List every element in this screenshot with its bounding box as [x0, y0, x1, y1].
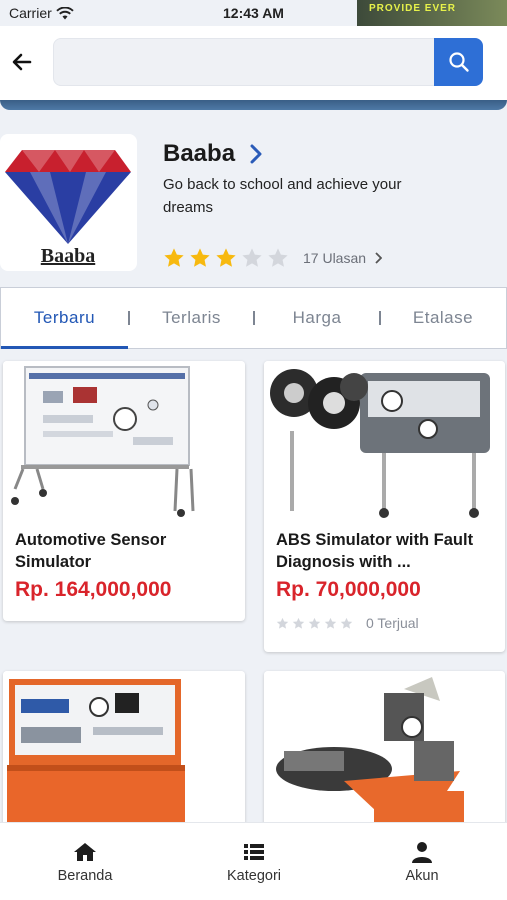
- nav-akun[interactable]: Akun: [362, 841, 482, 884]
- list-icon: [244, 844, 264, 860]
- product-card[interactable]: ABS Simulator with Fault Diagnosis with …: [264, 361, 505, 652]
- search-icon: [448, 52, 469, 72]
- star-icon: [190, 248, 210, 267]
- tab-label: Etalase: [412, 308, 474, 327]
- search-box: [53, 38, 435, 86]
- product-image: [3, 671, 245, 831]
- sold-count: 0 Terjual: [366, 615, 419, 631]
- star-icon: [216, 248, 236, 267]
- search-input[interactable]: [54, 39, 434, 85]
- nav-kategori[interactable]: Kategori: [194, 841, 314, 884]
- tab-terlaris[interactable]: Terlaris: [130, 288, 253, 348]
- reviews-label: 17 Ulasan: [303, 250, 367, 266]
- store-name-link[interactable]: Baaba: [163, 140, 263, 168]
- nav-label: Beranda: [57, 868, 113, 884]
- logo-text: Baaba: [41, 245, 95, 267]
- product-card[interactable]: [264, 671, 505, 831]
- star-icon: [308, 617, 321, 629]
- tab-harga[interactable]: Harga: [255, 288, 379, 348]
- diamond-logo-icon: Baaba: [5, 150, 131, 267]
- tab-label: Terbaru: [33, 308, 96, 327]
- rating-stars: [163, 247, 293, 269]
- star-icon: [324, 617, 337, 629]
- rating-stars: [276, 617, 356, 630]
- sort-tabs: Terbaru Terlaris Harga Etalase: [0, 287, 507, 349]
- status-bar: Carrier 12:43 AM PROVIDE EVER: [0, 0, 507, 26]
- star-icon: [268, 248, 288, 267]
- star-icon: [276, 617, 289, 629]
- product-price: Rp. 70,000,000: [276, 578, 421, 601]
- product-image: [264, 361, 505, 521]
- product-card[interactable]: Automotive Sensor Simulator Rp. 164,000,…: [3, 361, 245, 621]
- tab-label: Terlaris: [162, 308, 221, 327]
- store-banner: [0, 96, 507, 110]
- search-header: [0, 26, 507, 96]
- chevron-right-icon: [375, 252, 383, 264]
- search-button[interactable]: [434, 38, 483, 86]
- store-tagline: Go back to school and achieve your dream…: [163, 176, 402, 216]
- star-icon: [164, 248, 184, 267]
- product-sold-info: 0 Terjual: [276, 615, 419, 631]
- tab-etalase[interactable]: Etalase: [381, 288, 505, 348]
- store-name: Baaba: [163, 140, 236, 167]
- nav-beranda[interactable]: Beranda: [25, 841, 145, 884]
- nav-label: Kategori: [226, 868, 281, 884]
- nav-label: Akun: [405, 868, 439, 884]
- product-card[interactable]: [3, 671, 245, 831]
- product-name: Automotive Sensor Simulator: [15, 531, 167, 571]
- tab-label: Harga: [292, 308, 342, 327]
- store-logo: Baaba: [0, 134, 137, 271]
- star-icon: [340, 617, 353, 629]
- chevron-right-icon: [250, 144, 262, 164]
- bottom-navigation: Beranda Kategori Akun: [0, 822, 507, 900]
- star-icon: [242, 248, 262, 267]
- reviews-link[interactable]: 17 Ulasan: [303, 250, 383, 266]
- product-name: ABS Simulator with Fault Diagnosis with …: [276, 531, 474, 571]
- back-arrow-icon[interactable]: [10, 50, 34, 74]
- user-icon: [412, 842, 432, 863]
- promo-banner: PROVIDE EVER: [357, 0, 507, 26]
- tab-terbaru[interactable]: Terbaru: [1, 288, 128, 349]
- star-icon: [292, 617, 305, 629]
- product-price: Rp. 164,000,000: [15, 578, 172, 601]
- home-icon: [74, 843, 96, 861]
- product-image: [3, 361, 245, 521]
- store-rating[interactable]: 17 Ulasan: [163, 247, 383, 269]
- product-image: [264, 671, 505, 831]
